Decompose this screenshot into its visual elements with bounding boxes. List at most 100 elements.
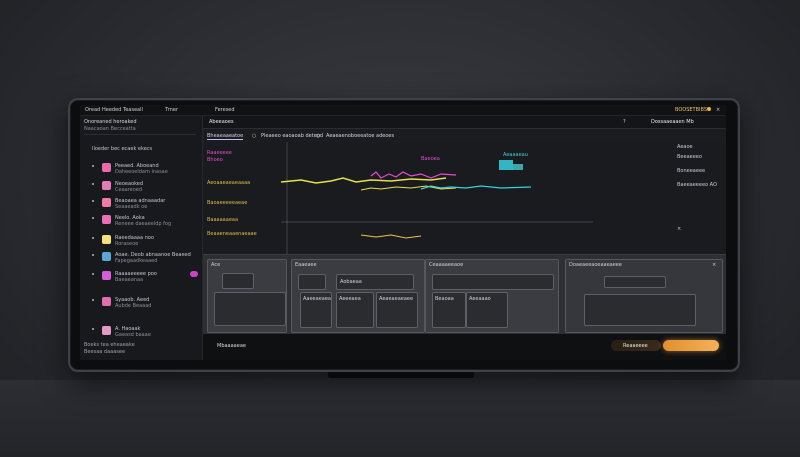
sidebar-item-sub: Aubde Beaaad xyxy=(115,303,152,309)
contact-icon xyxy=(102,181,111,190)
info-line: Beeaeeeo xyxy=(677,154,702,160)
track-label: Baoaeeeeeaeae xyxy=(207,200,248,206)
panel-title: Ace xyxy=(211,262,221,268)
bullet-icon xyxy=(92,165,94,167)
primary-button[interactable] xyxy=(663,340,719,351)
info-line: Aeaoe xyxy=(677,144,693,150)
node-box[interactable] xyxy=(604,276,666,288)
sidebar-item-sub: Gaeasd baaae xyxy=(115,332,151,338)
panel-title: Doaeaeeaoeaaeaeee xyxy=(569,262,622,268)
contact-icon xyxy=(102,271,111,280)
highlight-block-2 xyxy=(513,164,523,170)
tab-2[interactable]: Pleaeeo eaoaoab deteod xyxy=(261,133,323,139)
bullet-icon xyxy=(92,217,94,219)
sidebar-item-7[interactable]: Raaaaeeeee poo Baeaeanaa xyxy=(88,271,200,283)
series-magenta xyxy=(370,171,457,179)
node-box[interactable] xyxy=(222,273,254,289)
editor-panel-3[interactable]: Ceaaaaeeaoe Beaoaa Aeeaaao xyxy=(425,259,559,333)
sidebar-item-3[interactable]: Beaoaea adnaaadar Seaaeadk oe xyxy=(88,198,200,210)
tab-3[interactable]: Aeaeaenoboeeatoe adeoes xyxy=(326,133,394,139)
contact-icon xyxy=(102,215,111,224)
sidebar-subtitle: Naacaoan Becceatta xyxy=(84,126,136,132)
bullet-icon xyxy=(92,237,94,239)
sidebar-item-sub: Reneee daeaeeldp fog xyxy=(115,221,172,227)
bottom-label: Mbaaaaeae xyxy=(217,343,246,349)
sidebar-item-9[interactable]: A. Haoaak Gaeasd baaae xyxy=(88,326,200,338)
node-label: Aobaeaa xyxy=(340,279,362,285)
node-label: Aeeeaea xyxy=(339,296,361,302)
sidebar-section: Iloeder bec ecaek ekecs xyxy=(92,146,153,152)
chart-value-label: Baeoea xyxy=(421,156,440,162)
sidebar-footer-2[interactable]: Beesaa daaasee xyxy=(84,349,125,355)
circle-icon: ○ xyxy=(252,133,257,139)
node-box[interactable] xyxy=(298,274,326,290)
contact-icon xyxy=(102,297,111,306)
node-label: Aeeaaao xyxy=(469,296,491,302)
node-box[interactable]: Aaeeaeaea xyxy=(300,292,332,328)
waveform-graph[interactable]: Aeaaaeau Baeoea xyxy=(281,142,593,254)
close-icon[interactable]: × xyxy=(712,262,716,268)
node-box[interactable]: Aeeaaao xyxy=(466,292,508,328)
contact-icon xyxy=(102,198,111,207)
menu-item-4[interactable]: Tmer xyxy=(165,107,178,113)
series-yellow xyxy=(281,177,447,184)
bullet-icon xyxy=(92,254,94,256)
top-menubar: Oread Heeded Teaseall Tmer Feresed BOOSE… xyxy=(80,105,726,116)
info-line: Baeeaeeeeo AO xyxy=(677,182,717,188)
bullet-icon xyxy=(92,299,94,301)
node-box[interactable]: Aeaeaeaeaee xyxy=(376,292,418,328)
monitor: Oread Heeded Teaseall Tmer Feresed BOOSE… xyxy=(68,98,740,372)
sidebar-item-sub: Fapegaadkeaaed xyxy=(115,258,158,264)
sidebar-item-sub: Ceaareoed xyxy=(115,187,143,193)
sidebar-item-4[interactable]: Neelo. Aoka Reneee daeaeeldp fog xyxy=(88,215,200,227)
sidebar-item-2[interactable]: Neoeaoked Ceaareoed xyxy=(88,181,200,193)
status-dot-icon xyxy=(707,107,711,111)
contact-icon xyxy=(102,235,111,244)
close-icon[interactable]: × xyxy=(677,226,681,232)
node-box[interactable]: Aobaeaa xyxy=(336,274,414,290)
sidebar-item-sub: Roraseoe xyxy=(115,241,139,247)
editor-panel-1[interactable]: Ace xyxy=(207,259,287,333)
tab-1[interactable]: Bheaeaaeatoe xyxy=(207,133,244,140)
node-box[interactable]: Aeeeaea xyxy=(336,292,374,328)
node-editor: Ace Eaaeaee Aobaeaa Aaeeaeaea Aeeeaea Ae… xyxy=(203,254,726,335)
circle-icon: ○ xyxy=(316,133,321,139)
highlight-block xyxy=(499,160,513,170)
menu-item-2[interactable]: Heeded xyxy=(102,107,121,113)
sidebar-item-1[interactable]: Peeaed. Aboeand Daheeoeldam inasae xyxy=(88,163,200,175)
bottom-bar: Mbaaaaeae Reaaeeee xyxy=(203,334,726,360)
node-box[interactable] xyxy=(584,294,696,326)
sidebar-item-6[interactable]: Aoae. Deob abnaanoe Beaeed Fapegaadkeaae… xyxy=(88,252,200,264)
node-label: Aeaeaeaeaee xyxy=(379,296,414,302)
secondary-button[interactable]: Reaaeeee xyxy=(611,340,661,351)
track-label: Beaaeneaaenaeaae xyxy=(207,231,257,237)
close-icon[interactable]: × xyxy=(716,107,720,113)
panel-title: Eaaeaee xyxy=(295,262,317,268)
divider xyxy=(84,134,196,135)
window-title: Feresed xyxy=(215,107,235,113)
tab-bar: Bheaeaaeatoe ○ Pleaeeo eaoaoab deteod ○ … xyxy=(203,129,726,141)
sidebar-footer-1[interactable]: Boeks tea eheaeake xyxy=(84,342,135,348)
track-label: Raaeeeee xyxy=(207,150,232,156)
help-icon[interactable]: ? xyxy=(623,119,626,125)
sidebar-title: Onoreaned heroaked xyxy=(84,119,137,125)
chart-value-label: Aeaaaeau xyxy=(503,152,528,158)
track-label: Baaaaaaeaa xyxy=(207,217,239,223)
node-box[interactable] xyxy=(214,292,286,326)
bullet-icon xyxy=(92,200,94,202)
node-box[interactable] xyxy=(432,274,554,290)
node-box[interactable]: Beaoaa xyxy=(432,292,466,328)
page-title: Abeeaoes xyxy=(209,119,234,125)
bullet-icon xyxy=(92,183,94,185)
menu-item-1[interactable]: Oread xyxy=(85,107,100,113)
editor-panel-2[interactable]: Eaaeaee Aobaeaa Aaeeaeaea Aeeeaea Aeaeae… xyxy=(291,259,425,333)
desk-surface xyxy=(0,380,800,457)
contact-icon xyxy=(102,326,111,335)
sidebar-item-5[interactable]: Raeedaaaa noo Roraseoe xyxy=(88,235,200,247)
bullet-icon xyxy=(92,328,94,330)
editor-panel-4[interactable]: Doaeaeeaoeaaeaeee × xyxy=(565,259,723,333)
sidebar-item-8[interactable]: Syaaob. Aeed Aubde Beaaad xyxy=(88,297,200,309)
menu-item-3[interactable]: Teaseall xyxy=(123,107,143,113)
status-label: BOOSETBIBS xyxy=(675,107,708,113)
header-right-label: Dossaaeaaen Mb xyxy=(651,119,694,125)
